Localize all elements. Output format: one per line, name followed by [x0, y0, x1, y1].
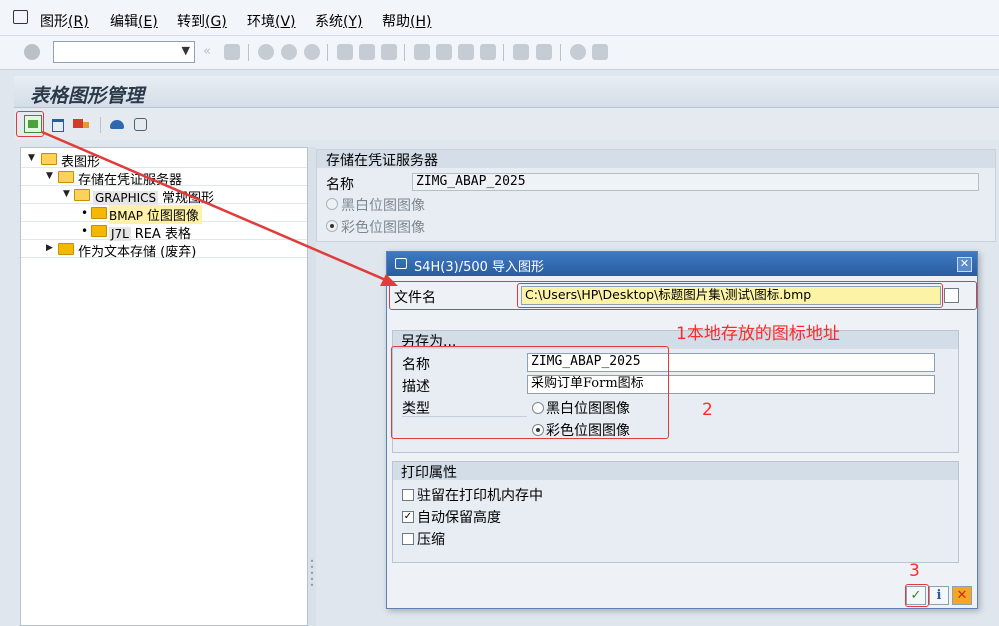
annotation-box-filepath — [517, 283, 943, 308]
annotation-note-2: 2 — [702, 400, 713, 420]
annotation-note-3: 3 — [909, 561, 920, 581]
annotation-box-saveas — [391, 346, 669, 439]
annotation-note-1: 1本地存放的图标地址 — [676, 324, 840, 344]
annotation-arrow — [41, 130, 398, 286]
annotation-box-continue — [905, 584, 929, 607]
